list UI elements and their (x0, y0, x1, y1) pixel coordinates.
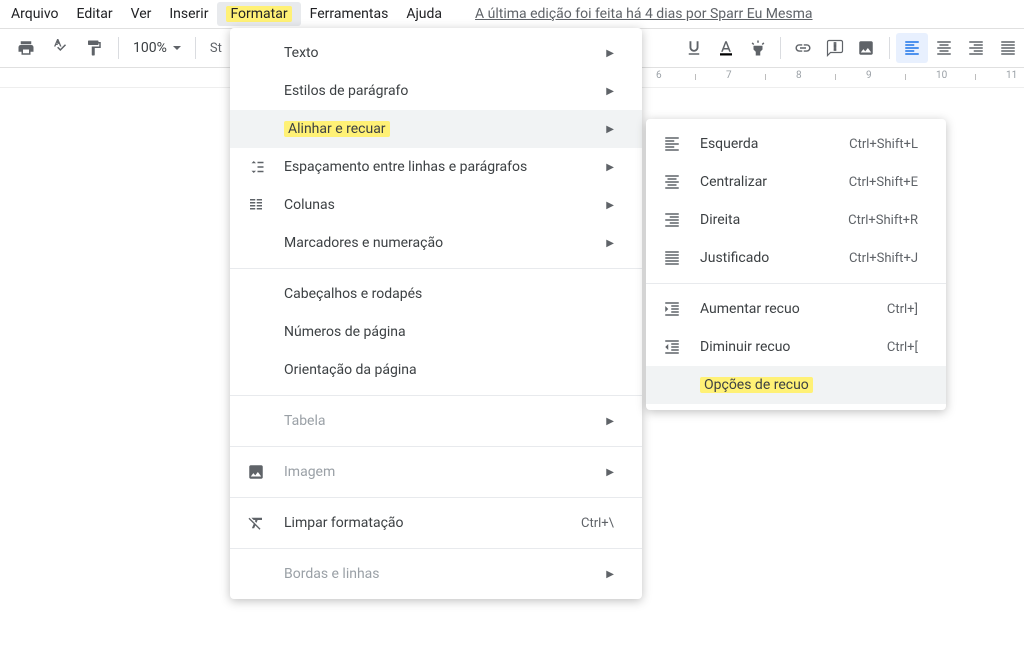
underline-button[interactable] (678, 33, 710, 63)
toolbar-separator (780, 37, 781, 59)
align-center-button[interactable] (928, 33, 960, 63)
image-icon (857, 39, 875, 57)
align-justify-icon (999, 39, 1017, 57)
spellcheck-button[interactable] (44, 33, 76, 63)
menu-texto[interactable]: Texto▶ (230, 34, 642, 72)
comment-icon (826, 39, 844, 57)
text-color-button[interactable] (710, 33, 742, 63)
menu-tabela: Tabela▶ (230, 402, 642, 440)
menu-inserir[interactable]: Inserir (160, 2, 217, 26)
menu-ajuda[interactable]: Ajuda (397, 2, 451, 26)
menu-marcadores[interactable]: Marcadores e numeração▶ (230, 224, 642, 262)
align-justify-icon (660, 249, 684, 267)
submenu-justificado[interactable]: Justificado Ctrl+Shift+J (646, 239, 946, 277)
linespacing-icon (244, 158, 268, 176)
print-icon (17, 39, 35, 57)
align-left-button[interactable] (896, 33, 928, 63)
align-justify-button[interactable] (992, 33, 1024, 63)
menu-alinhar-recuar[interactable]: Alinhar e recuar▶ (230, 110, 642, 148)
toolbar-separator (195, 37, 196, 59)
menu-cabecalhos[interactable]: Cabeçalhos e rodapés (230, 275, 642, 313)
highlight-button[interactable] (742, 33, 774, 63)
insert-comment-button[interactable] (819, 33, 851, 63)
submenu-diminuir-recuo[interactable]: Diminuir recuo Ctrl+[ (646, 328, 946, 366)
menu-bordas-linhas: Bordas e linhas▶ (230, 555, 642, 593)
highlight-icon (749, 39, 767, 57)
menu-imagem: Imagem▶ (230, 453, 642, 491)
image-icon (244, 463, 268, 481)
insert-image-button[interactable] (851, 33, 883, 63)
columns-icon (244, 196, 268, 214)
print-button[interactable] (10, 33, 42, 63)
menu-ferramentas[interactable]: Ferramentas (301, 2, 398, 26)
menu-orientacao[interactable]: Orientação da página (230, 351, 642, 389)
menu-editar[interactable]: Editar (68, 2, 122, 26)
submenu-centralizar[interactable]: Centralizar Ctrl+Shift+E (646, 163, 946, 201)
styles-dropdown[interactable]: St (204, 41, 222, 56)
indent-decrease-icon (660, 338, 684, 356)
menu-estilos-paragrafo[interactable]: Estilos de parágrafo▶ (230, 72, 642, 110)
spellcheck-icon (51, 39, 69, 57)
menu-ver[interactable]: Ver (122, 2, 161, 26)
clear-format-icon (244, 514, 268, 532)
underline-icon (685, 39, 703, 57)
align-center-icon (660, 173, 684, 191)
toolbar-separator (889, 37, 890, 59)
menu-limpar-formatacao[interactable]: Limpar formatação Ctrl+\ (230, 504, 642, 542)
align-left-icon (660, 135, 684, 153)
link-icon (794, 39, 812, 57)
format-menu-dropdown: Texto▶ Estilos de parágrafo▶ Alinhar e r… (230, 28, 642, 599)
menu-arquivo[interactable]: Arquivo (2, 2, 68, 26)
menu-colunas[interactable]: Colunas▶ (230, 186, 642, 224)
menu-numeros-pagina[interactable]: Números de página (230, 313, 642, 351)
submenu-direita[interactable]: Direita Ctrl+Shift+R (646, 201, 946, 239)
submenu-opcoes-recuo[interactable]: Opções de recuo (646, 366, 946, 404)
align-right-icon (967, 39, 985, 57)
align-left-icon (903, 39, 921, 57)
align-right-button[interactable] (960, 33, 992, 63)
menu-formatar[interactable]: Formatar (217, 2, 300, 26)
toolbar-separator (118, 37, 119, 59)
insert-link-button[interactable] (787, 33, 819, 63)
menu-espacamento[interactable]: Espaçamento entre linhas e parágrafos▶ (230, 148, 642, 186)
submenu-aumentar-recuo[interactable]: Aumentar recuo Ctrl+] (646, 290, 946, 328)
align-right-icon (660, 211, 684, 229)
paint-roller-icon (85, 39, 103, 57)
align-submenu-dropdown: Esquerda Ctrl+Shift+L Centralizar Ctrl+S… (646, 119, 946, 410)
text-color-icon (717, 39, 735, 57)
zoom-value: 100% (133, 40, 167, 56)
indent-increase-icon (660, 300, 684, 318)
menubar: Arquivo Editar Ver Inserir Formatar Ferr… (0, 0, 1024, 28)
paint-format-button[interactable] (78, 33, 110, 63)
zoom-dropdown[interactable]: 100% (127, 40, 187, 56)
caret-down-icon (173, 46, 181, 50)
align-center-icon (935, 39, 953, 57)
submenu-esquerda[interactable]: Esquerda Ctrl+Shift+L (646, 125, 946, 163)
last-edit-link[interactable]: A última edição foi feita há 4 dias por … (475, 6, 813, 22)
